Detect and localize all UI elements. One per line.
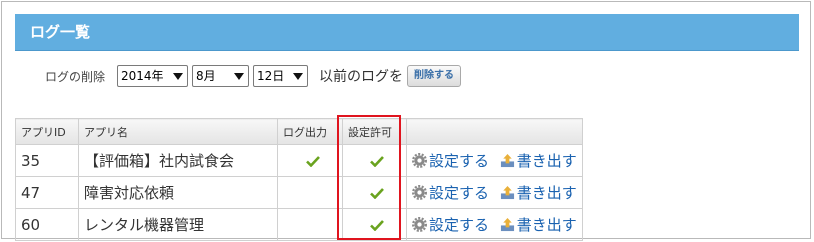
- table-row: 35 【評価箱】社内試食会 設定する 書き出す: [15, 144, 583, 177]
- export-link[interactable]: 書き出す: [517, 216, 577, 234]
- year-select[interactable]: 2014年: [117, 65, 189, 87]
- check-icon: [370, 188, 384, 199]
- gear-icon: [412, 185, 427, 200]
- column-header-log-output: ログ出力: [277, 118, 343, 145]
- permission-cell: [342, 144, 407, 177]
- export-link[interactable]: 書き出す: [517, 152, 577, 170]
- log-output-cell: [277, 144, 343, 177]
- app-name-cell: 【評価箱】社内試食会: [78, 144, 278, 177]
- column-header-permission: 設定許可: [342, 118, 407, 145]
- table-row: 47 障害対応依頼 設定する 書き出す: [15, 176, 583, 209]
- chevron-down-icon: [234, 73, 245, 80]
- year-select-value: 2014年: [121, 69, 164, 83]
- page-title: ログ一覧: [15, 14, 799, 51]
- table-header-row: アプリID アプリ名 ログ出力 設定許可: [15, 118, 583, 145]
- table-row: 60 レンタル機器管理 設定する 書き出す: [15, 208, 583, 241]
- permission-cell: [342, 176, 407, 209]
- check-icon: [370, 156, 384, 167]
- export-icon: [500, 185, 514, 200]
- column-header-app-name: アプリ名: [78, 118, 278, 145]
- app-name-cell: レンタル機器管理: [78, 208, 278, 241]
- actions-cell: 設定する 書き出す: [406, 176, 583, 209]
- export-icon: [500, 217, 514, 232]
- check-icon: [305, 156, 320, 167]
- app-name-cell: 障害対応依頼: [78, 176, 278, 209]
- log-delete-label: ログの削除: [45, 69, 106, 84]
- gear-icon: [412, 217, 427, 232]
- log-output-cell: [277, 176, 343, 209]
- gear-icon: [412, 153, 427, 168]
- export-icon: [500, 153, 514, 168]
- delete-button[interactable]: 削除する: [407, 65, 462, 87]
- settings-link[interactable]: 設定する: [429, 152, 489, 170]
- settings-link[interactable]: 設定する: [429, 216, 489, 234]
- before-logs-text: 以前のログを: [319, 69, 404, 85]
- actions-cell: 設定する 書き出す: [406, 208, 583, 241]
- app-id-cell: 35: [15, 144, 79, 177]
- log-delete-row: ログの削除 2014年 8月 12日 以前のログを 削除する: [45, 63, 462, 89]
- day-select-value: 12日: [257, 69, 285, 83]
- app-id-cell: 47: [15, 176, 79, 209]
- settings-link[interactable]: 設定する: [429, 184, 489, 202]
- day-select[interactable]: 12日: [253, 65, 309, 87]
- chevron-down-icon: [293, 73, 304, 80]
- check-icon: [370, 220, 384, 231]
- month-select-value: 8月: [196, 69, 216, 83]
- actions-cell: 設定する 書き出す: [406, 144, 583, 177]
- export-link[interactable]: 書き出す: [517, 184, 577, 202]
- permission-cell: [342, 208, 407, 241]
- log-table: アプリID アプリ名 ログ出力 設定許可 35 【評価箱】社内試食会 設定する …: [15, 118, 583, 241]
- column-header-actions: [406, 118, 583, 145]
- app-id-cell: 60: [15, 208, 79, 241]
- month-select[interactable]: 8月: [192, 65, 250, 87]
- chevron-down-icon: [173, 73, 184, 80]
- column-header-app-id: アプリID: [15, 118, 79, 145]
- log-output-cell: [277, 208, 343, 241]
